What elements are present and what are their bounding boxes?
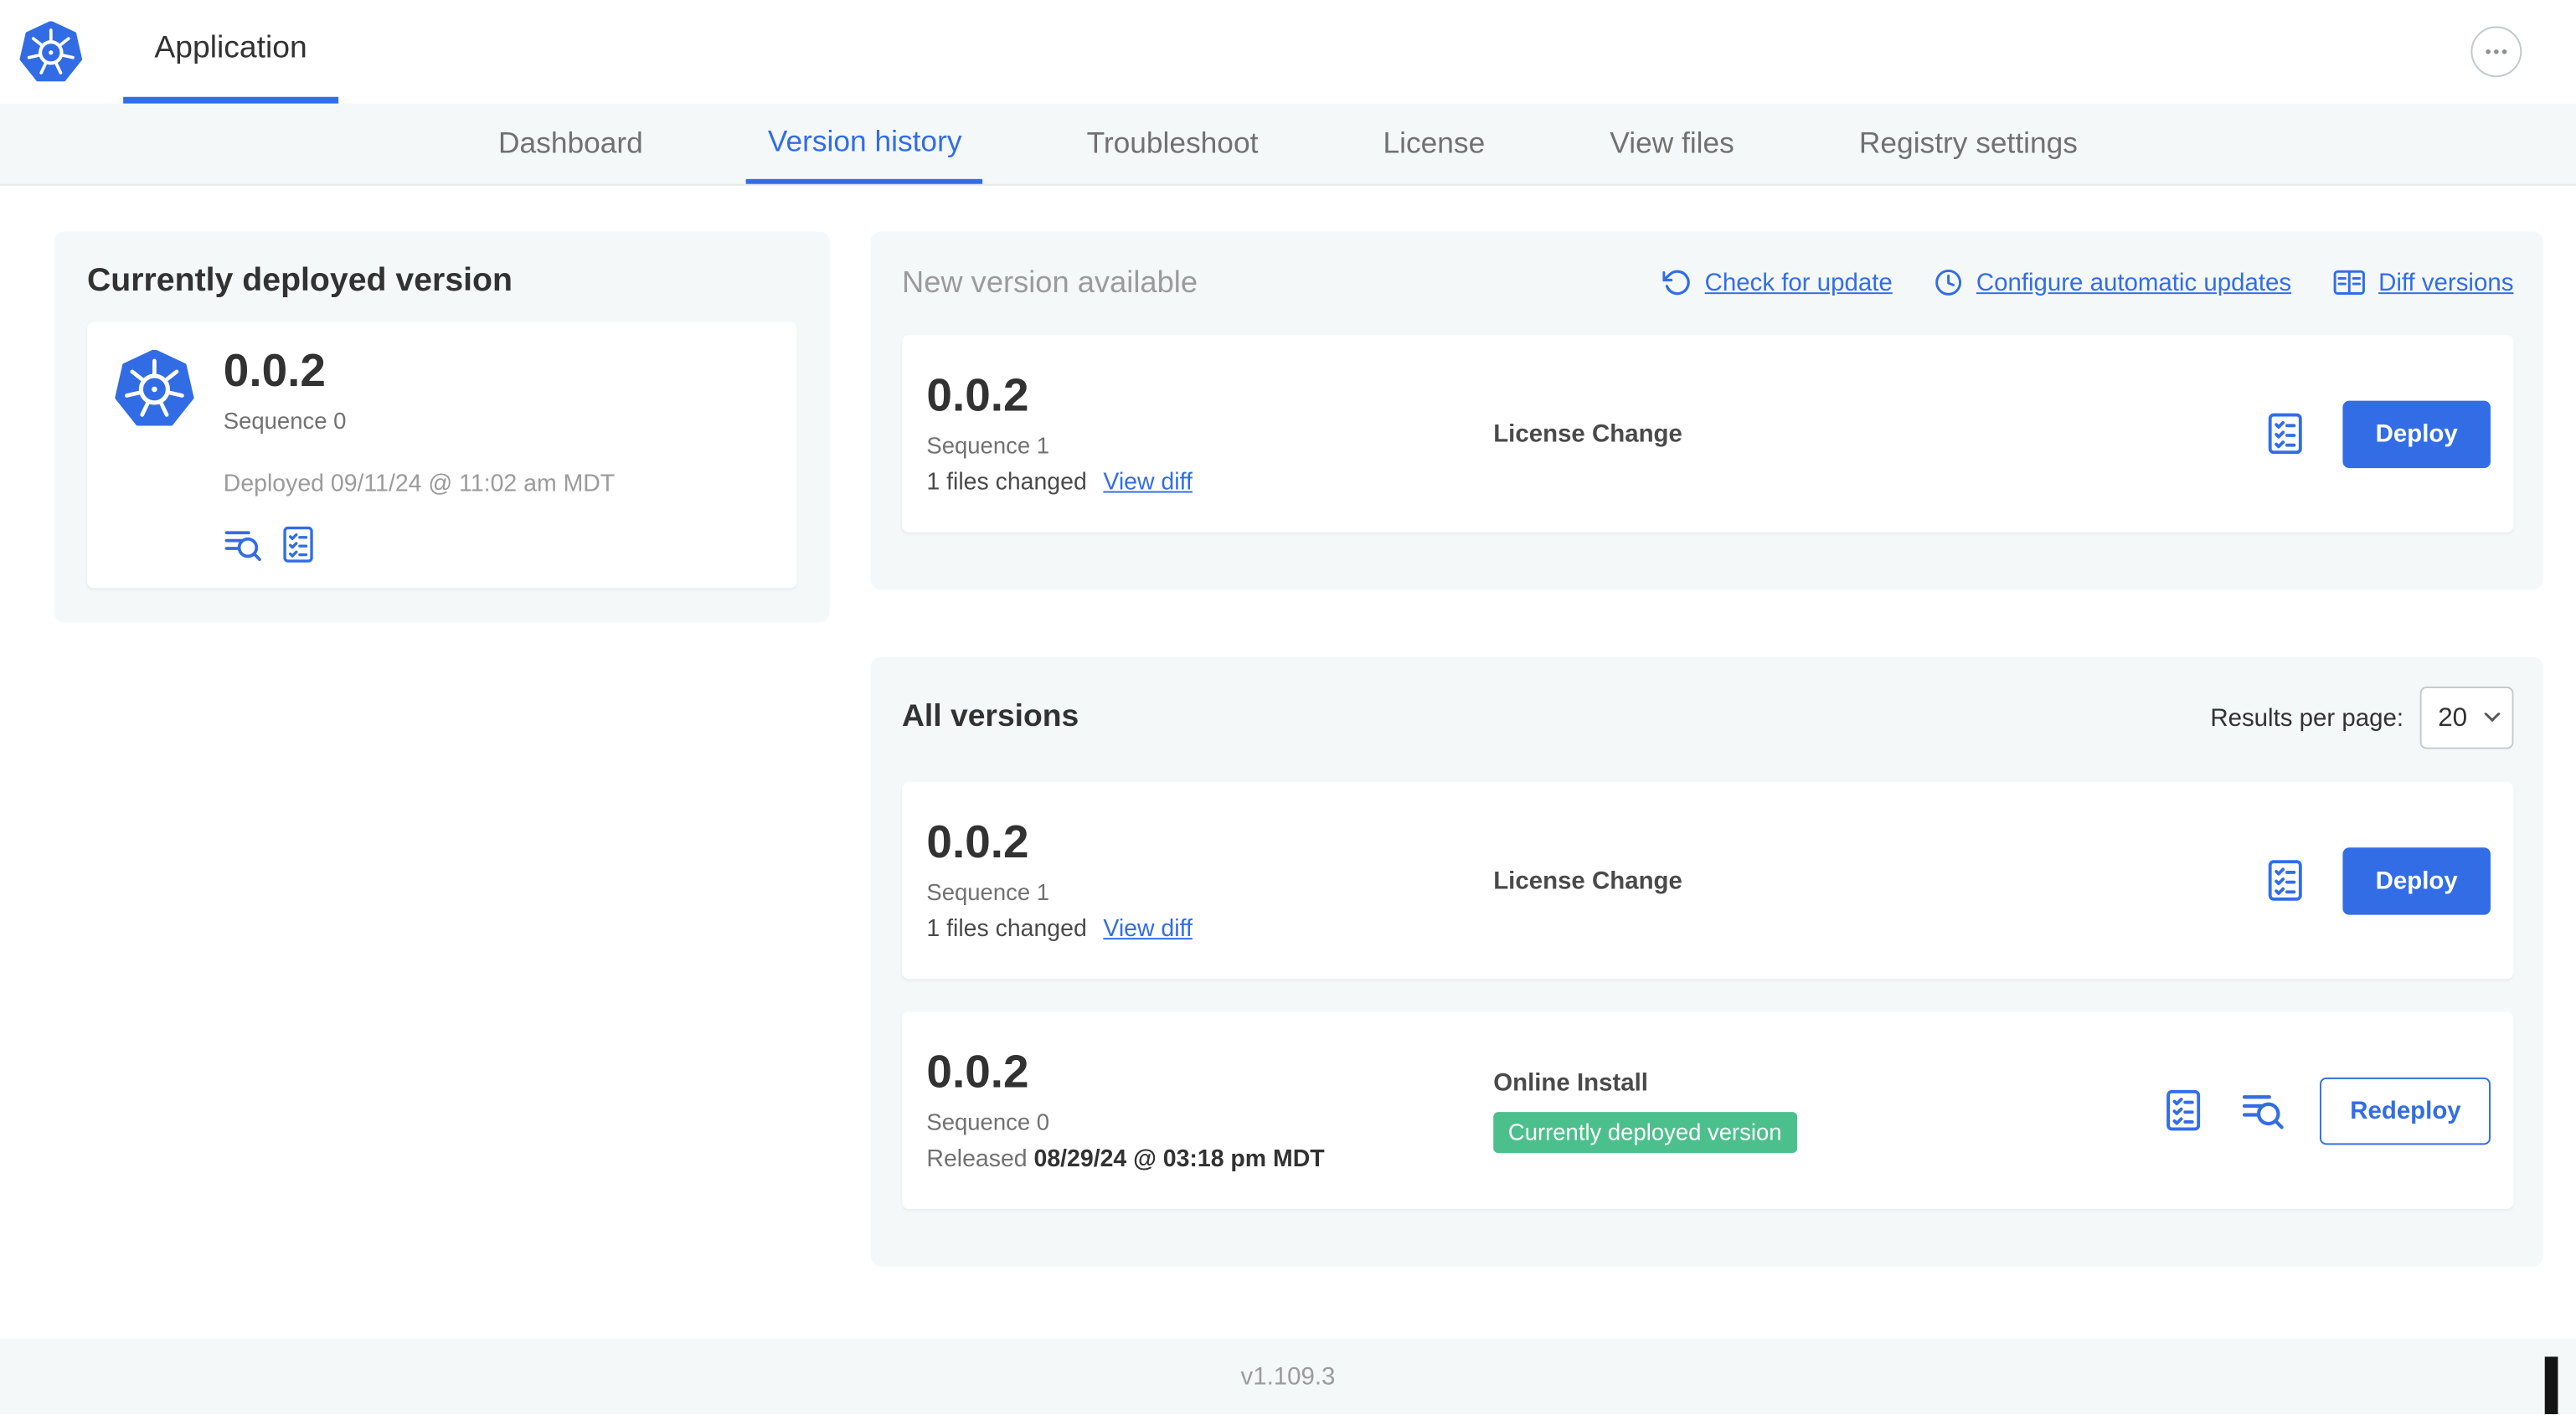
release-notes-icon <box>224 525 261 563</box>
released-date: 08/29/24 @ 03:18 pm MDT <box>1033 1146 1325 1173</box>
all-versions-title: All versions <box>901 699 1079 734</box>
preflight-checks-button[interactable] <box>2264 412 2306 455</box>
tab-version-history[interactable]: Version history <box>746 104 984 184</box>
new-version-header: New version available Check for update C… <box>902 265 2513 301</box>
release-notes-button[interactable] <box>224 525 261 563</box>
checklist-icon <box>279 525 317 563</box>
sequence-label: Sequence 1 <box>926 878 1050 905</box>
deploy-button[interactable]: Deploy <box>2342 399 2491 468</box>
currently-deployed-title: Currently deployed version <box>86 262 513 300</box>
deployed-version-info: 0.0.2 Sequence 0 Deployed 09/11/24 @ 11:… <box>223 344 616 563</box>
version-number: 0.0.2 <box>926 369 1029 421</box>
results-per-page-select-wrap: 20 <box>2419 687 2514 749</box>
check-for-update-link[interactable]: Check for update <box>1662 268 1893 297</box>
checklist-icon <box>2264 859 2306 902</box>
diff-versions-label: Diff versions <box>2378 268 2514 297</box>
preflight-checks-button[interactable] <box>2163 1089 2206 1132</box>
app-header: Application <box>0 0 2576 104</box>
release-notes-button[interactable] <box>2242 1089 2285 1132</box>
files-changed-row: 1 files changed View diff <box>926 916 1493 942</box>
configure-automatic-updates-label: Configure automatic updates <box>1976 268 2292 297</box>
preflight-checks-button[interactable] <box>279 525 317 563</box>
kubernetes-logo-icon <box>20 21 83 84</box>
version-info: 0.0.2 Sequence 1 1 files changed View di… <box>926 369 1493 496</box>
deployed-timestamp: Deployed 09/11/24 @ 11:02 am MDT <box>223 471 616 498</box>
refresh-icon <box>1662 268 1692 297</box>
more-options-button[interactable] <box>2470 26 2522 78</box>
tab-view-files[interactable]: View files <box>1589 104 1756 184</box>
new-version-card: 0.0.2 Sequence 1 1 files changed View di… <box>901 335 2514 533</box>
all-versions-section: All versions Results per page: 20 0.0.2 … <box>870 656 2543 1267</box>
version-source: Online Install Currently deployed versio… <box>1493 1068 2130 1153</box>
released-prefix: Released <box>926 1146 1028 1173</box>
version-actions: Check for update Configure automatic upd… <box>1662 266 2513 299</box>
tab-license[interactable]: License <box>1362 104 1507 184</box>
version-row: 0.0.2 Sequence 1 1 files changed View di… <box>901 781 2514 980</box>
deployed-actions <box>224 525 615 563</box>
results-per-page-label: Results per page: <box>2210 703 2404 732</box>
right-column: New version available Check for update C… <box>870 231 2543 1267</box>
preflight-checks-button[interactable] <box>2264 859 2306 902</box>
version-source-label: License Change <box>1493 866 1682 895</box>
view-diff-link[interactable]: View diff <box>1103 916 1192 942</box>
version-rows: 0.0.2 Sequence 1 1 files changed View di… <box>901 781 2514 1209</box>
app-footer: v1.109.3 <box>0 1338 2576 1415</box>
checklist-icon <box>2163 1089 2206 1132</box>
sequence-label: Sequence 1 <box>926 431 1050 459</box>
main-content: Currently deployed version 0.0.2 Sequenc… <box>0 186 2576 1267</box>
tab-troubleshoot[interactable]: Troubleshoot <box>1065 104 1280 184</box>
currently-deployed-badge: Currently deployed version <box>1493 1111 1797 1153</box>
results-per-page-select[interactable]: 20 <box>2419 687 2514 749</box>
version-number: 0.0.2 <box>926 1046 1029 1098</box>
kubernetes-app-icon <box>115 350 193 429</box>
version-source-label: License Change <box>1493 419 1682 448</box>
files-changed-label: 1 files changed <box>926 469 1087 497</box>
diff-icon <box>2332 266 2365 299</box>
version-info: 0.0.2 Sequence 0 Released 08/29/24 @ 03:… <box>926 1046 1493 1172</box>
page: Application Dashboard Version history Tr… <box>0 0 2576 1415</box>
version-source: License Change <box>1493 419 2231 447</box>
scrollbar-thumb[interactable] <box>2544 1356 2558 1415</box>
version-row: 0.0.2 Sequence 0 Released 08/29/24 @ 03:… <box>901 1011 2514 1209</box>
files-changed-row: 1 files changed View diff <box>926 470 1493 496</box>
app-tab-label: Application <box>154 30 307 65</box>
version-card-actions: Redeploy <box>2163 1076 2491 1145</box>
deployed-version-card: 0.0.2 Sequence 0 Deployed 09/11/24 @ 11:… <box>86 322 797 588</box>
version-info: 0.0.2 Sequence 1 1 files changed View di… <box>926 816 1493 943</box>
currently-deployed-panel: Currently deployed version 0.0.2 Sequenc… <box>54 231 830 623</box>
checklist-icon <box>2264 412 2306 455</box>
view-diff-link[interactable]: View diff <box>1103 470 1192 496</box>
version-card-actions: Deploy <box>2264 399 2491 468</box>
configure-automatic-updates-link[interactable]: Configure automatic updates <box>1934 268 2291 297</box>
check-for-update-label: Check for update <box>1704 268 1893 297</box>
redeploy-button[interactable]: Redeploy <box>2320 1076 2491 1145</box>
version-source: License Change <box>1493 867 2231 894</box>
version-source-label: Online Install <box>1493 1068 1648 1097</box>
sequence-label: Sequence 0 <box>926 1108 1050 1135</box>
console-version: v1.109.3 <box>1240 1362 1336 1391</box>
files-changed-label: 1 files changed <box>926 916 1087 943</box>
deployed-version-number: 0.0.2 <box>223 344 326 396</box>
release-notes-icon <box>2242 1089 2285 1132</box>
tab-dashboard[interactable]: Dashboard <box>477 104 665 184</box>
version-number: 0.0.2 <box>926 816 1029 867</box>
released-timestamp: Released 08/29/24 @ 03:18 pm MDT <box>926 1146 1493 1172</box>
all-versions-header: All versions Results per page: 20 <box>901 687 2514 749</box>
deploy-button[interactable]: Deploy <box>2342 846 2491 914</box>
clock-icon <box>1934 268 1963 297</box>
diff-versions-link[interactable]: Diff versions <box>2332 266 2513 299</box>
version-card-actions: Deploy <box>2264 846 2491 914</box>
ellipsis-icon <box>2482 38 2510 65</box>
deployed-sequence-label: Sequence 0 <box>223 407 347 434</box>
new-version-title: New version available <box>901 264 1198 300</box>
results-per-page: Results per page: 20 <box>2210 687 2514 749</box>
app-subnav: Dashboard Version history Troubleshoot L… <box>0 103 2576 186</box>
tab-registry-settings[interactable]: Registry settings <box>1837 104 2099 184</box>
tab-application[interactable]: Application <box>123 0 339 104</box>
new-version-section: New version available Check for update C… <box>870 231 2543 590</box>
